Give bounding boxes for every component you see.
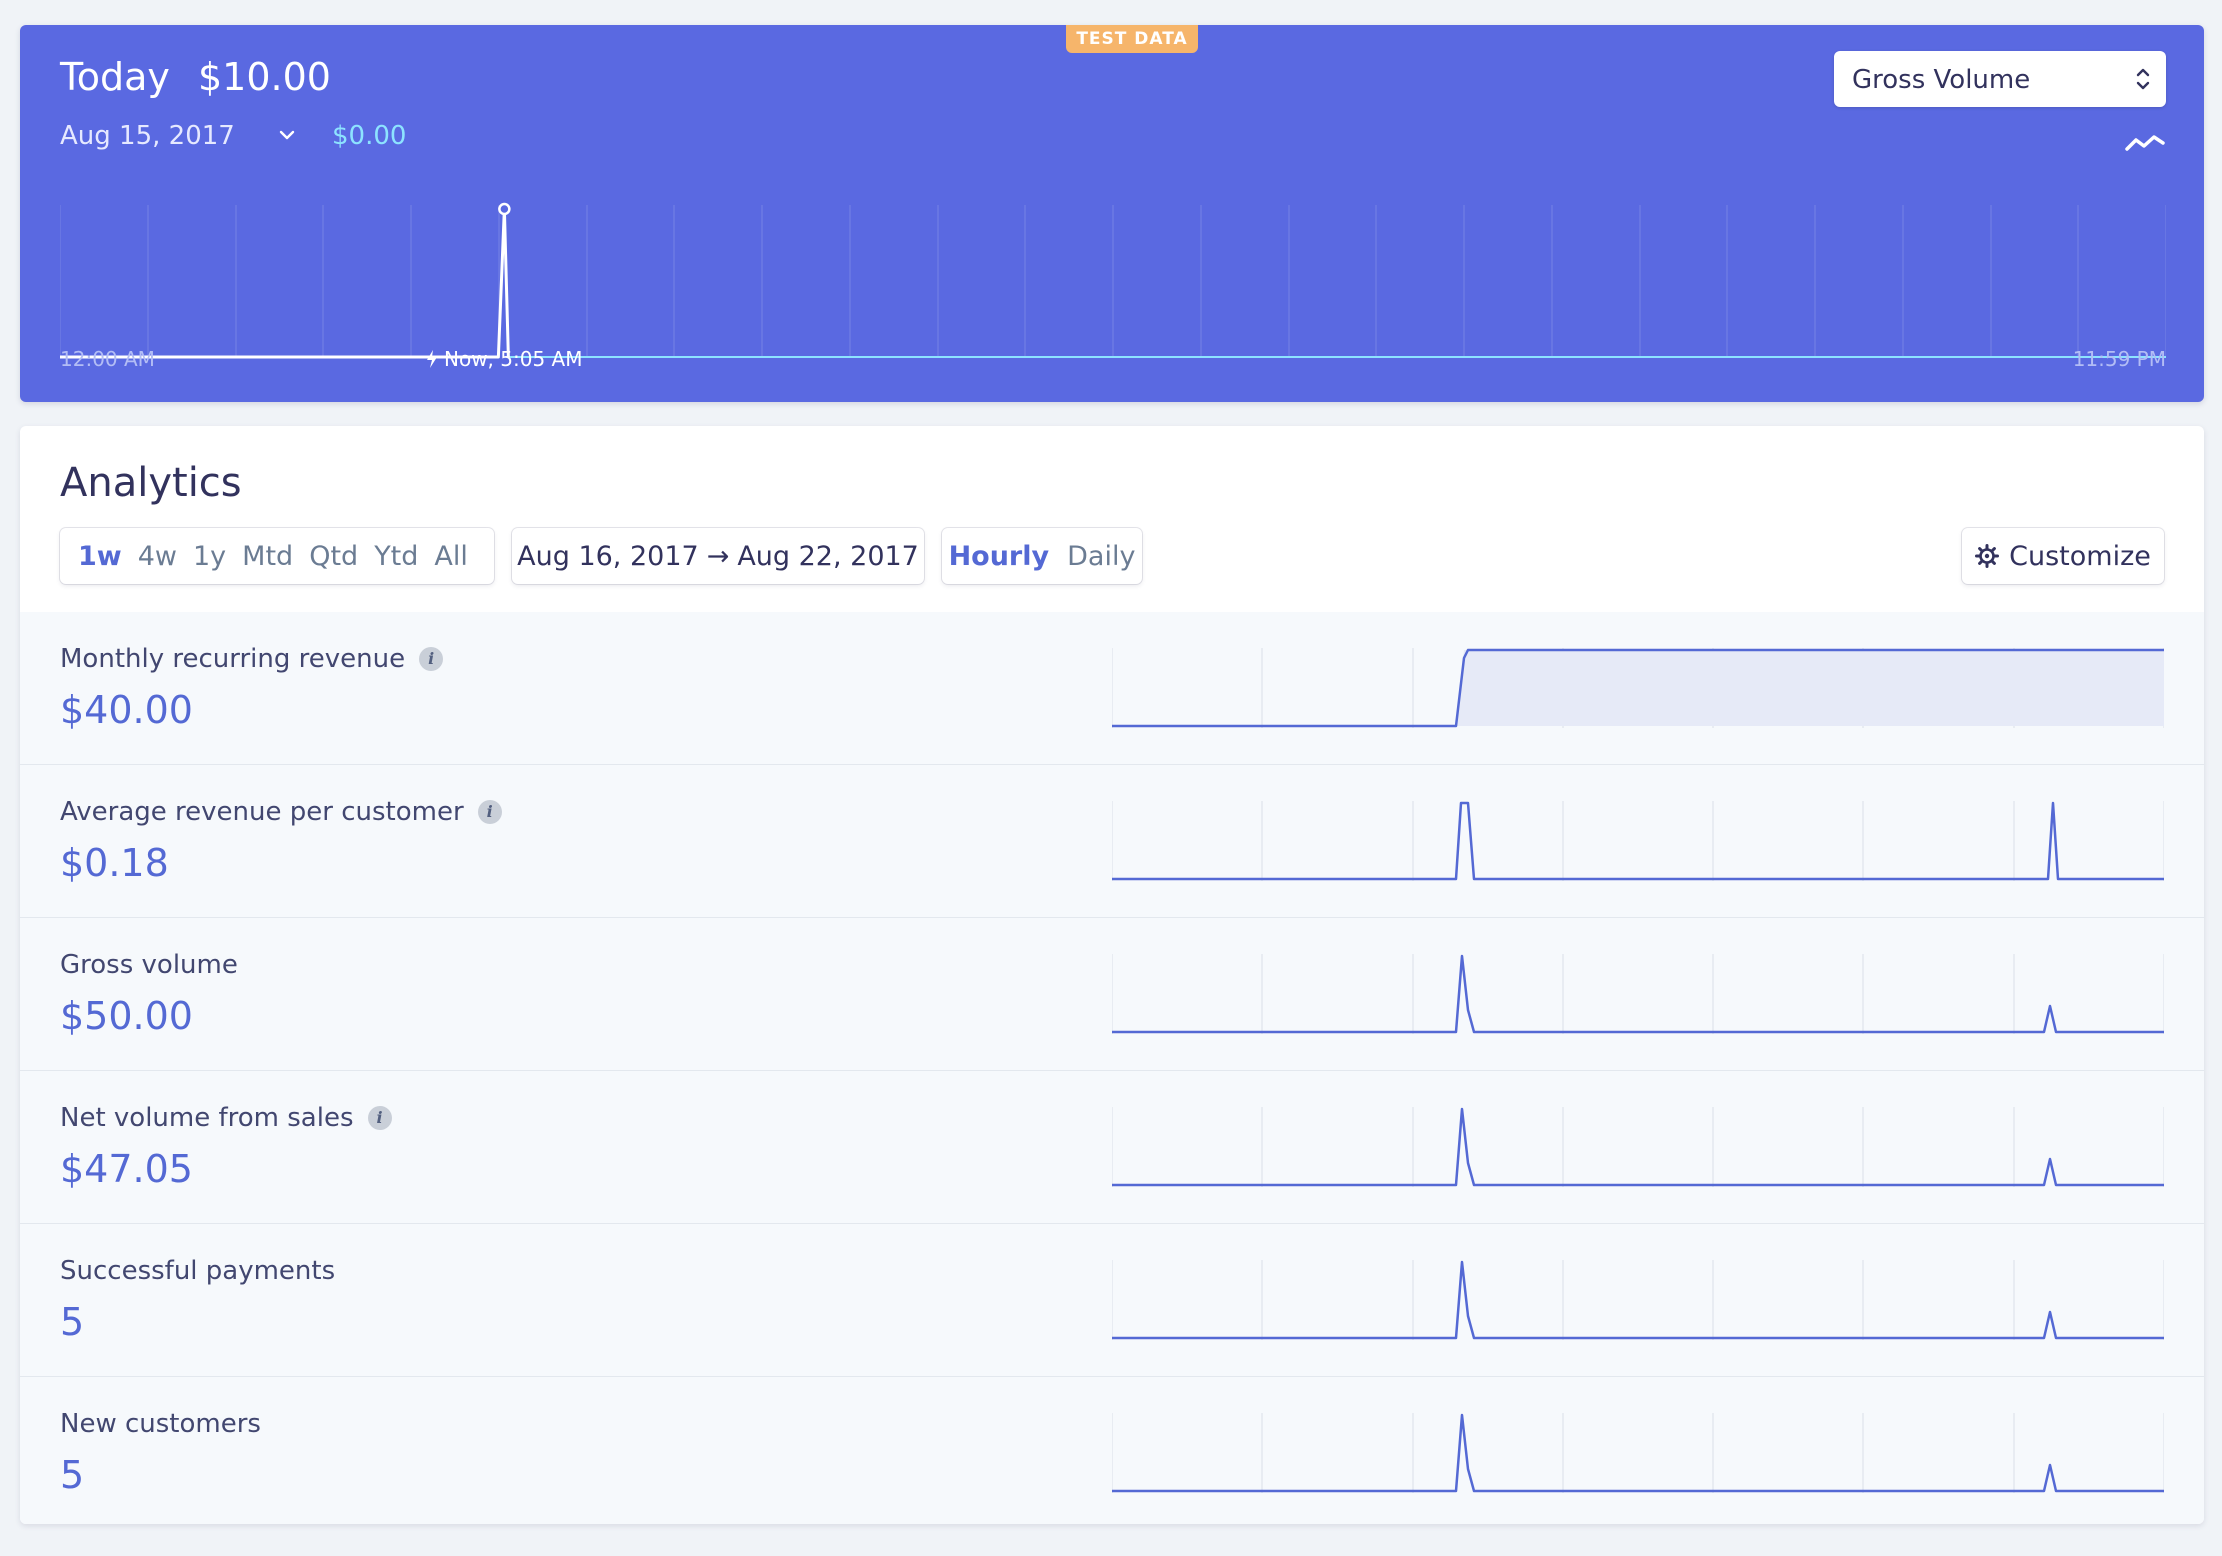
metric-sparkline: [1112, 801, 2164, 881]
sparkline-line: [1112, 1260, 2164, 1340]
sparkline-line: [1112, 801, 2164, 881]
sparkline-line: [1112, 1107, 2164, 1187]
metric-row[interactable]: Gross volume $50.00: [20, 918, 2204, 1071]
analytics-title: Analytics: [60, 460, 242, 506]
chevron-down-icon[interactable]: [276, 123, 298, 147]
sparkline-area: [1456, 650, 2164, 726]
metric-select-value: Gross Volume: [1852, 65, 2031, 95]
metric-name-text: Successful payments: [60, 1256, 336, 1286]
metric-name-text: Average revenue per customer: [60, 797, 464, 827]
metric-value: $0.18: [60, 841, 169, 885]
gear-icon: [1975, 544, 2000, 568]
metric-sparkline: [1112, 648, 2164, 728]
metric-name-text: Net volume from sales: [60, 1103, 354, 1133]
analytics-card: Analytics 1w 4w 1y Mtd Qtd Ytd All Aug 16, 201…: [20, 426, 2204, 1524]
metric-list: Monthly recurring revenue i $40.00 Average …: [20, 612, 2204, 1524]
metric-name-text: New customers: [60, 1409, 261, 1439]
metric-row[interactable]: Monthly recurring revenue i $40.00: [20, 612, 2204, 765]
metric-name: Successful payments: [60, 1256, 335, 1286]
info-icon[interactable]: i: [477, 800, 502, 824]
lightning-icon: [427, 350, 437, 368]
sparkline-icon[interactable]: [2124, 131, 2166, 155]
info-icon[interactable]: i: [367, 1106, 392, 1130]
customize-label: Customize: [2009, 540, 2151, 572]
today-card: TEST DATA Today $10.00 Aug 15, 2017 $0.0…: [20, 25, 2204, 402]
arrow-right-icon: →: [706, 540, 730, 572]
metric-name-text: Monthly recurring revenue: [60, 644, 406, 674]
range-option-mtd[interactable]: Mtd: [242, 541, 293, 572]
metric-value: $40.00: [60, 688, 193, 732]
axis-now-label: Now, 5:05 AM: [426, 347, 582, 371]
compare-date[interactable]: Aug 15, 2017: [60, 121, 235, 151]
metric-row[interactable]: New customers 5: [20, 1377, 2204, 1524]
today-line: [60, 207, 510, 359]
metric-name-text: Gross volume: [60, 950, 238, 980]
granularity-option-daily[interactable]: Daily: [1067, 541, 1135, 572]
metric-name: Gross volume: [60, 950, 238, 980]
date-to: Aug 22, 2017: [737, 540, 919, 572]
today-amount: $10.00: [198, 55, 331, 99]
today-label: Today: [60, 55, 170, 99]
customize-button[interactable]: Customize: [1962, 528, 2164, 584]
metric-name: Monthly recurring revenue i: [60, 644, 444, 674]
granularity-option-hourly[interactable]: Hourly: [949, 541, 1050, 572]
metric-value: $50.00: [60, 994, 193, 1038]
metric-sparkline: [1112, 1107, 2164, 1187]
metric-row[interactable]: Successful payments 5: [20, 1224, 2204, 1377]
sparkline-line: [1112, 954, 2164, 1034]
range-option-1w[interactable]: 1w: [78, 541, 122, 572]
range-option-qtd[interactable]: Qtd: [309, 541, 358, 572]
metric-row[interactable]: Average revenue per customer i $0.18: [20, 765, 2204, 918]
test-data-badge: TEST DATA: [1066, 25, 1198, 53]
granularity-selector: Hourly Daily: [942, 528, 1142, 584]
range-option-ytd[interactable]: Ytd: [374, 541, 418, 572]
select-arrows-icon: [2136, 68, 2150, 90]
metric-sparkline: [1112, 1413, 2164, 1493]
range-option-all[interactable]: All: [434, 541, 467, 572]
metric-sparkline: [1112, 1260, 2164, 1340]
today-chart: [60, 202, 2166, 359]
metric-name: Average revenue per customer i: [60, 797, 502, 827]
metric-sparkline: [1112, 954, 2164, 1034]
metric-value: 5: [60, 1300, 85, 1344]
metric-row[interactable]: Net volume from sales i $47.05: [20, 1071, 2204, 1224]
compare-amount: $0.00: [332, 121, 407, 151]
range-option-1y[interactable]: 1y: [193, 541, 226, 572]
today-peak-point: [498, 202, 511, 216]
date-range-picker[interactable]: Aug 16, 2017 → Aug 22, 2017: [512, 528, 924, 584]
axis-now-text: Now, 5:05 AM: [444, 347, 583, 371]
range-selector: 1w 4w 1y Mtd Qtd Ytd All: [60, 528, 494, 584]
axis-start-label: 12:00 AM: [60, 347, 155, 371]
sparkline-line: [1112, 1413, 2164, 1493]
range-option-4w[interactable]: 4w: [138, 541, 177, 572]
metric-value: 5: [60, 1453, 85, 1497]
metric-name: New customers: [60, 1409, 261, 1439]
date-from: Aug 16, 2017: [517, 540, 699, 572]
info-icon[interactable]: i: [419, 647, 444, 671]
metric-value: $47.05: [60, 1147, 193, 1191]
metric-select[interactable]: Gross Volume: [1834, 51, 2166, 107]
axis-end-label: 11:59 PM: [2072, 347, 2166, 371]
metric-name: Net volume from sales i: [60, 1103, 392, 1133]
